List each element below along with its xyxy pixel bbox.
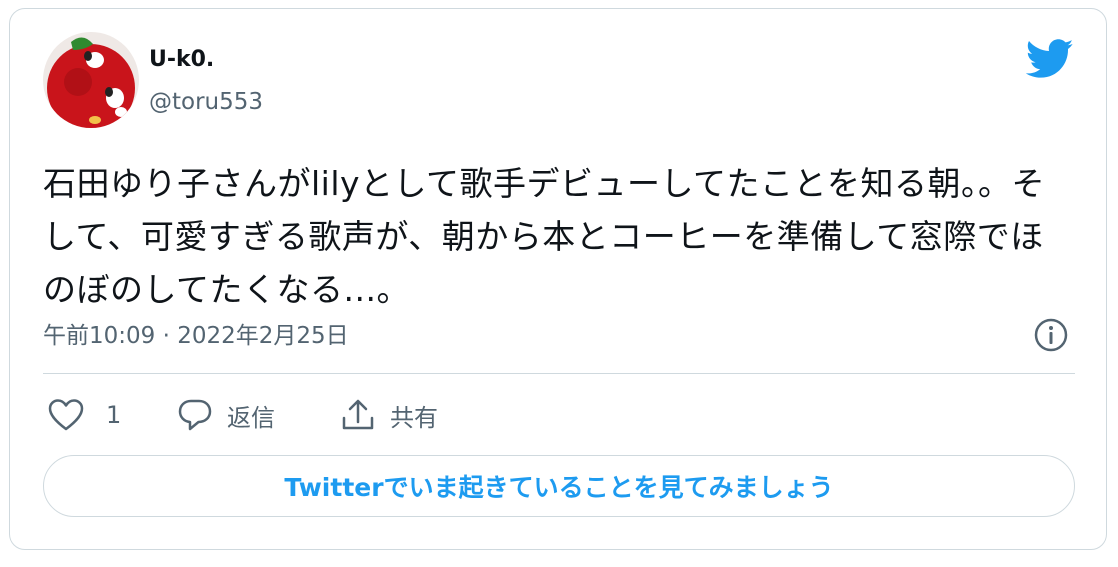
tweet-timestamp[interactable]: 午前10:09 · 2022年2月25日 [43, 316, 349, 350]
share-button[interactable]: 共有 [340, 395, 438, 435]
avatar[interactable] [43, 32, 139, 128]
speech-bubble-icon [177, 398, 213, 432]
reply-button[interactable]: 返信 [177, 395, 275, 435]
info-icon[interactable] [1033, 317, 1069, 353]
heart-icon [48, 398, 84, 432]
like-count: 1 [106, 401, 122, 429]
reply-label: 返信 [227, 403, 275, 432]
tweet-text: 石田ゆり子さんがlilyとして歌手デビューしてたことを知る朝。。そして、可愛すぎ… [43, 164, 1046, 309]
twitter-bird-icon[interactable] [1025, 39, 1074, 79]
explore-twitter-button[interactable]: Twitterでいま起きていることを見てみましょう [43, 455, 1075, 517]
display-name[interactable]: U-k0. [149, 47, 214, 72]
user-handle[interactable]: @toru553 [149, 89, 263, 115]
like-button[interactable]: 1 [48, 395, 121, 435]
avatar-image [43, 32, 139, 128]
divider [43, 373, 1075, 374]
share-upload-icon [340, 398, 376, 432]
share-label: 共有 [390, 403, 438, 432]
tweet-card: U-k0. @toru553 石田ゆり子さんがlilyとして歌手デビューしてたこ… [9, 8, 1107, 550]
